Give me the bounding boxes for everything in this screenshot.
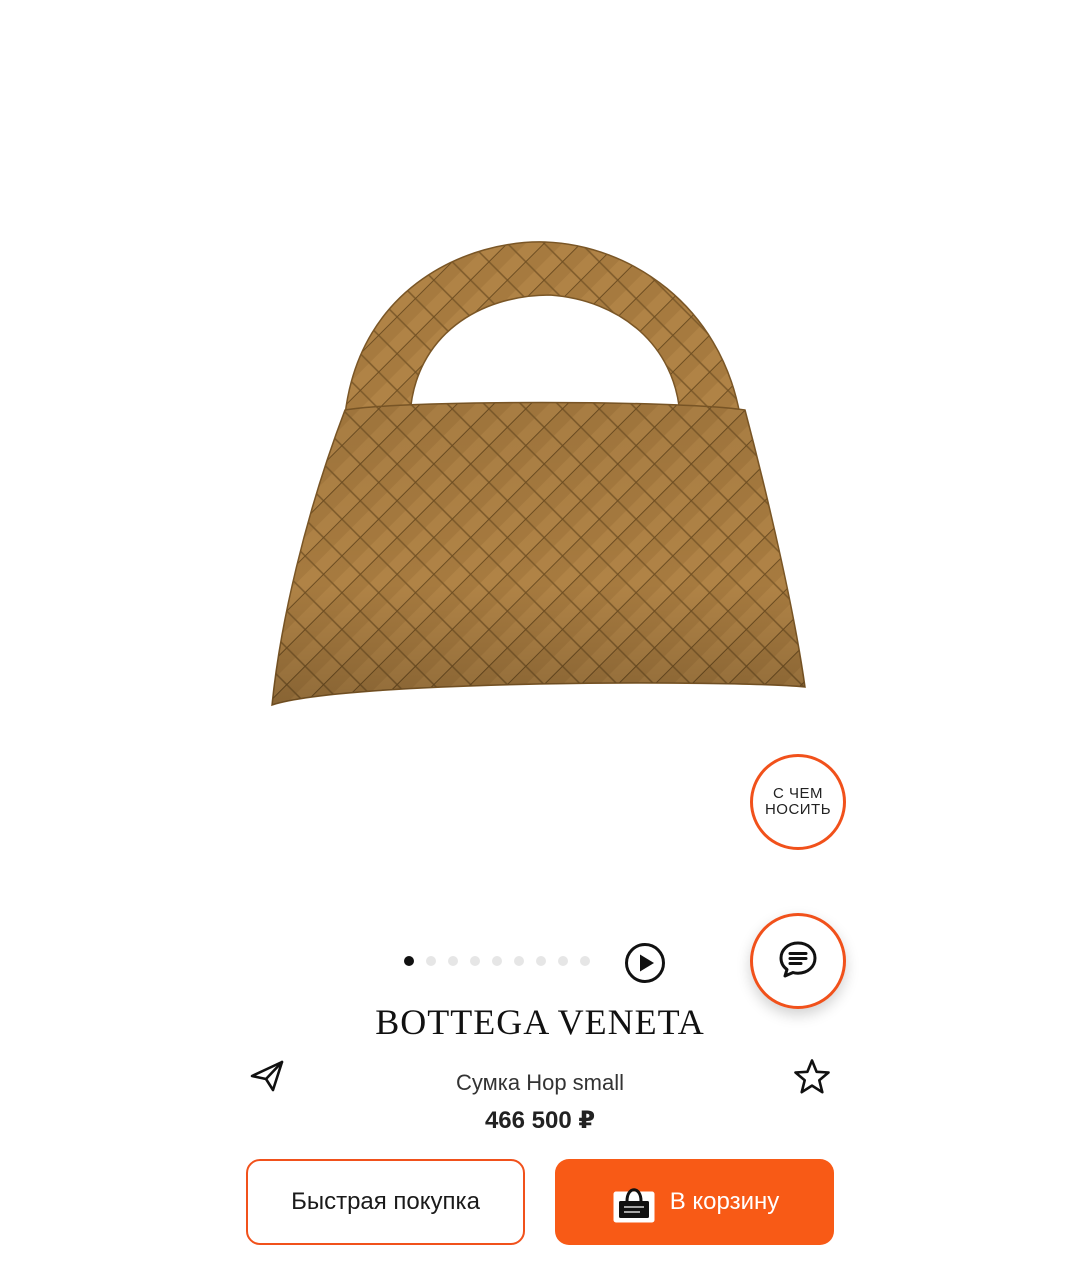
chat-bubble-icon bbox=[777, 938, 819, 985]
star-outline-icon bbox=[792, 1059, 832, 1101]
gallery-dot[interactable] bbox=[426, 956, 436, 966]
gallery-dot[interactable] bbox=[404, 956, 414, 966]
play-circle-icon bbox=[624, 943, 666, 988]
gallery-dot[interactable] bbox=[470, 956, 480, 966]
play-video-button[interactable] bbox=[624, 942, 666, 984]
product-price: 466 500 ₽ bbox=[484, 1107, 596, 1134]
gallery-dot[interactable] bbox=[558, 956, 568, 966]
gallery-dot[interactable] bbox=[580, 956, 590, 966]
quick-buy-label: Быстрая покупка bbox=[291, 1188, 480, 1215]
shopping-bag-icon bbox=[610, 1178, 658, 1226]
outfit-suggestions-button[interactable]: С ЧЕМ НОСИТЬ bbox=[750, 754, 846, 850]
gallery-dot[interactable] bbox=[448, 956, 458, 966]
product-image[interactable] bbox=[250, 225, 830, 725]
outfit-suggestions-label: С ЧЕМ НОСИТЬ bbox=[764, 785, 832, 818]
gallery-pager[interactable] bbox=[404, 956, 590, 966]
brand-name[interactable]: BOTTEGA VENETA bbox=[0, 1000, 1080, 1044]
gallery-dot[interactable] bbox=[536, 956, 546, 966]
gallery-dot[interactable] bbox=[492, 956, 502, 966]
add-to-cart-label: В корзину bbox=[669, 1188, 780, 1215]
quick-buy-button[interactable]: Быстрая покупка bbox=[246, 1159, 525, 1245]
gallery-dot[interactable] bbox=[514, 956, 524, 966]
product-name: Сумка Hop small bbox=[455, 1070, 625, 1095]
add-to-cart-button[interactable]: В корзину bbox=[555, 1159, 834, 1245]
chat-button[interactable] bbox=[750, 913, 846, 1009]
favorite-button[interactable] bbox=[792, 1057, 832, 1097]
